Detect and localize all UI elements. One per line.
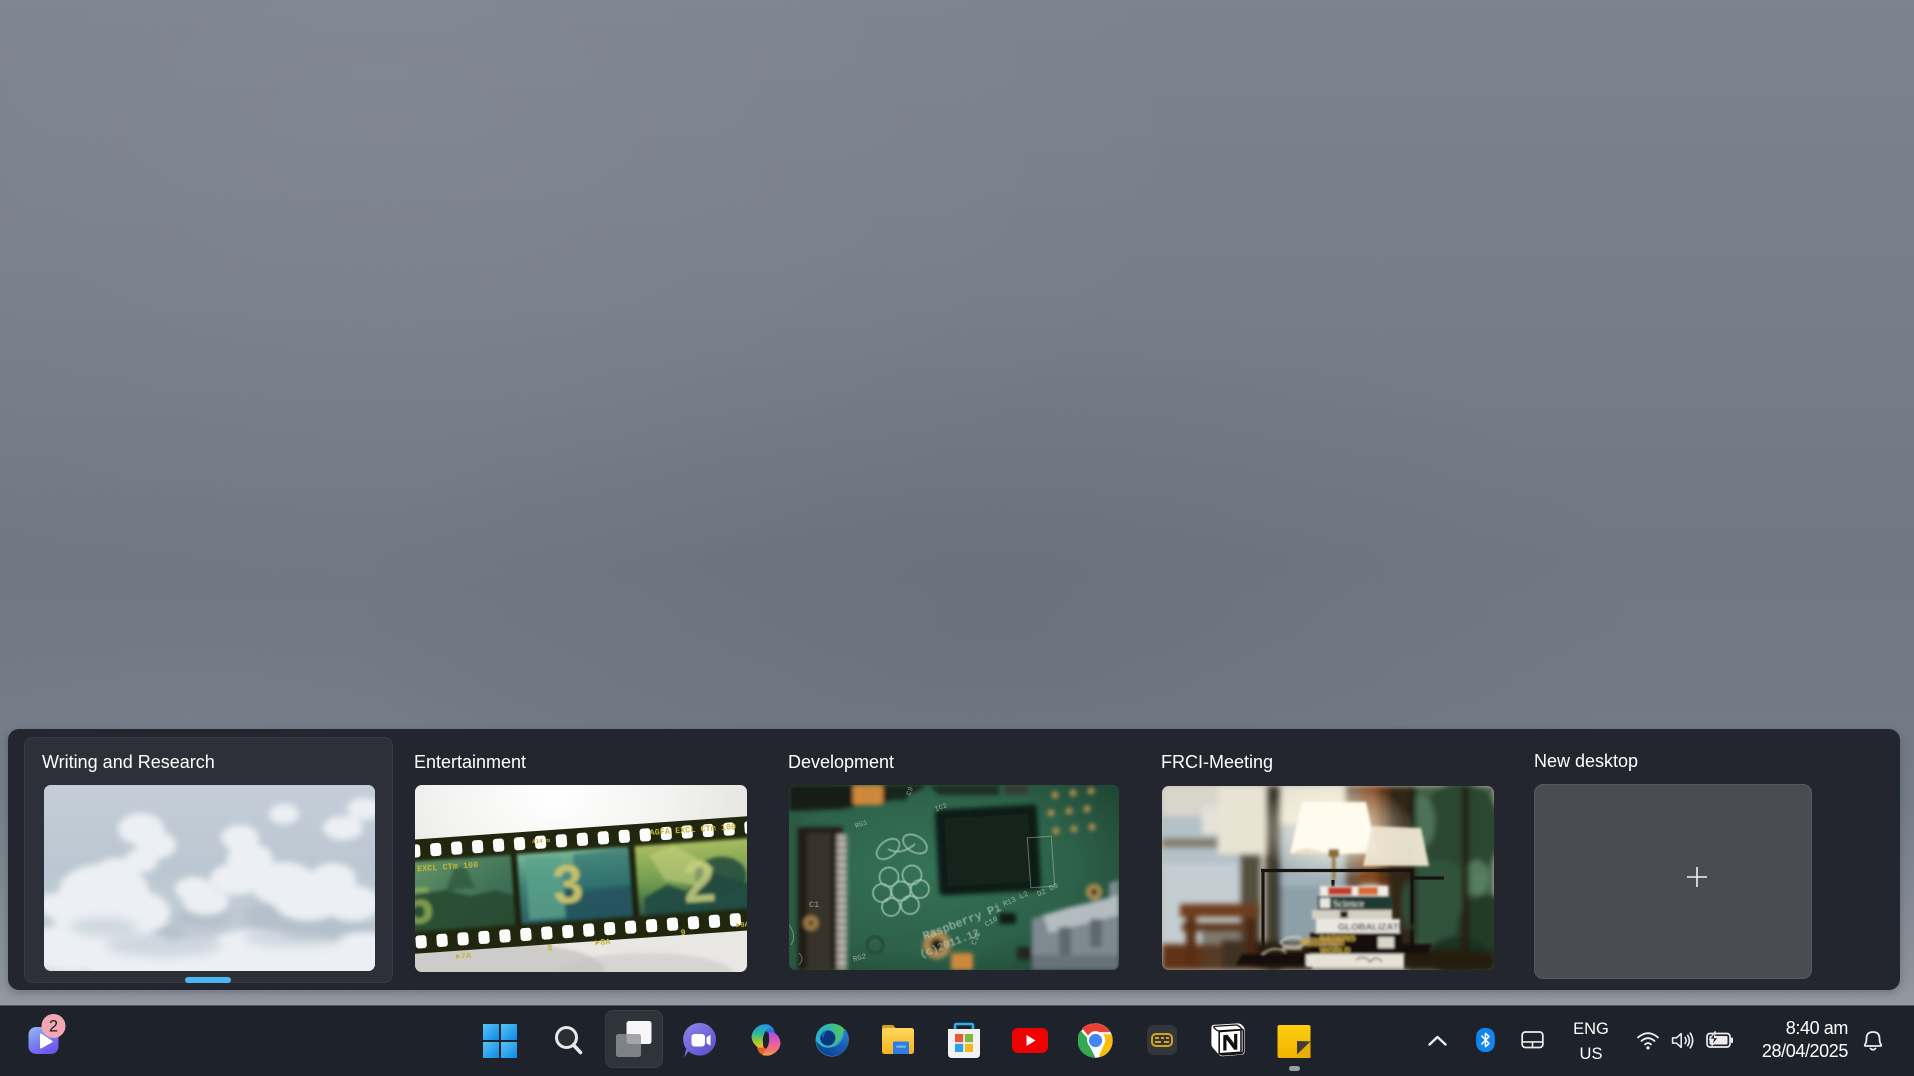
svg-text:3: 3 [551, 854, 585, 916]
svg-text:2: 2 [681, 849, 718, 916]
svg-text:Science: Science [1333, 899, 1365, 910]
svg-text:►7A: ►7A [455, 951, 472, 962]
svg-text:8: 8 [547, 943, 553, 953]
svg-text:GLOBALIZATION: GLOBALIZATION [1338, 922, 1416, 933]
svg-text:414 m: 414 m [532, 837, 551, 845]
svg-text:C1: C1 [809, 900, 819, 910]
svg-text:2: 2 [49, 1018, 58, 1036]
svg-text:►9A: ►9A [736, 921, 747, 930]
svg-text:9: 9 [680, 928, 686, 938]
svg-text:►8A: ►8A [595, 937, 612, 948]
